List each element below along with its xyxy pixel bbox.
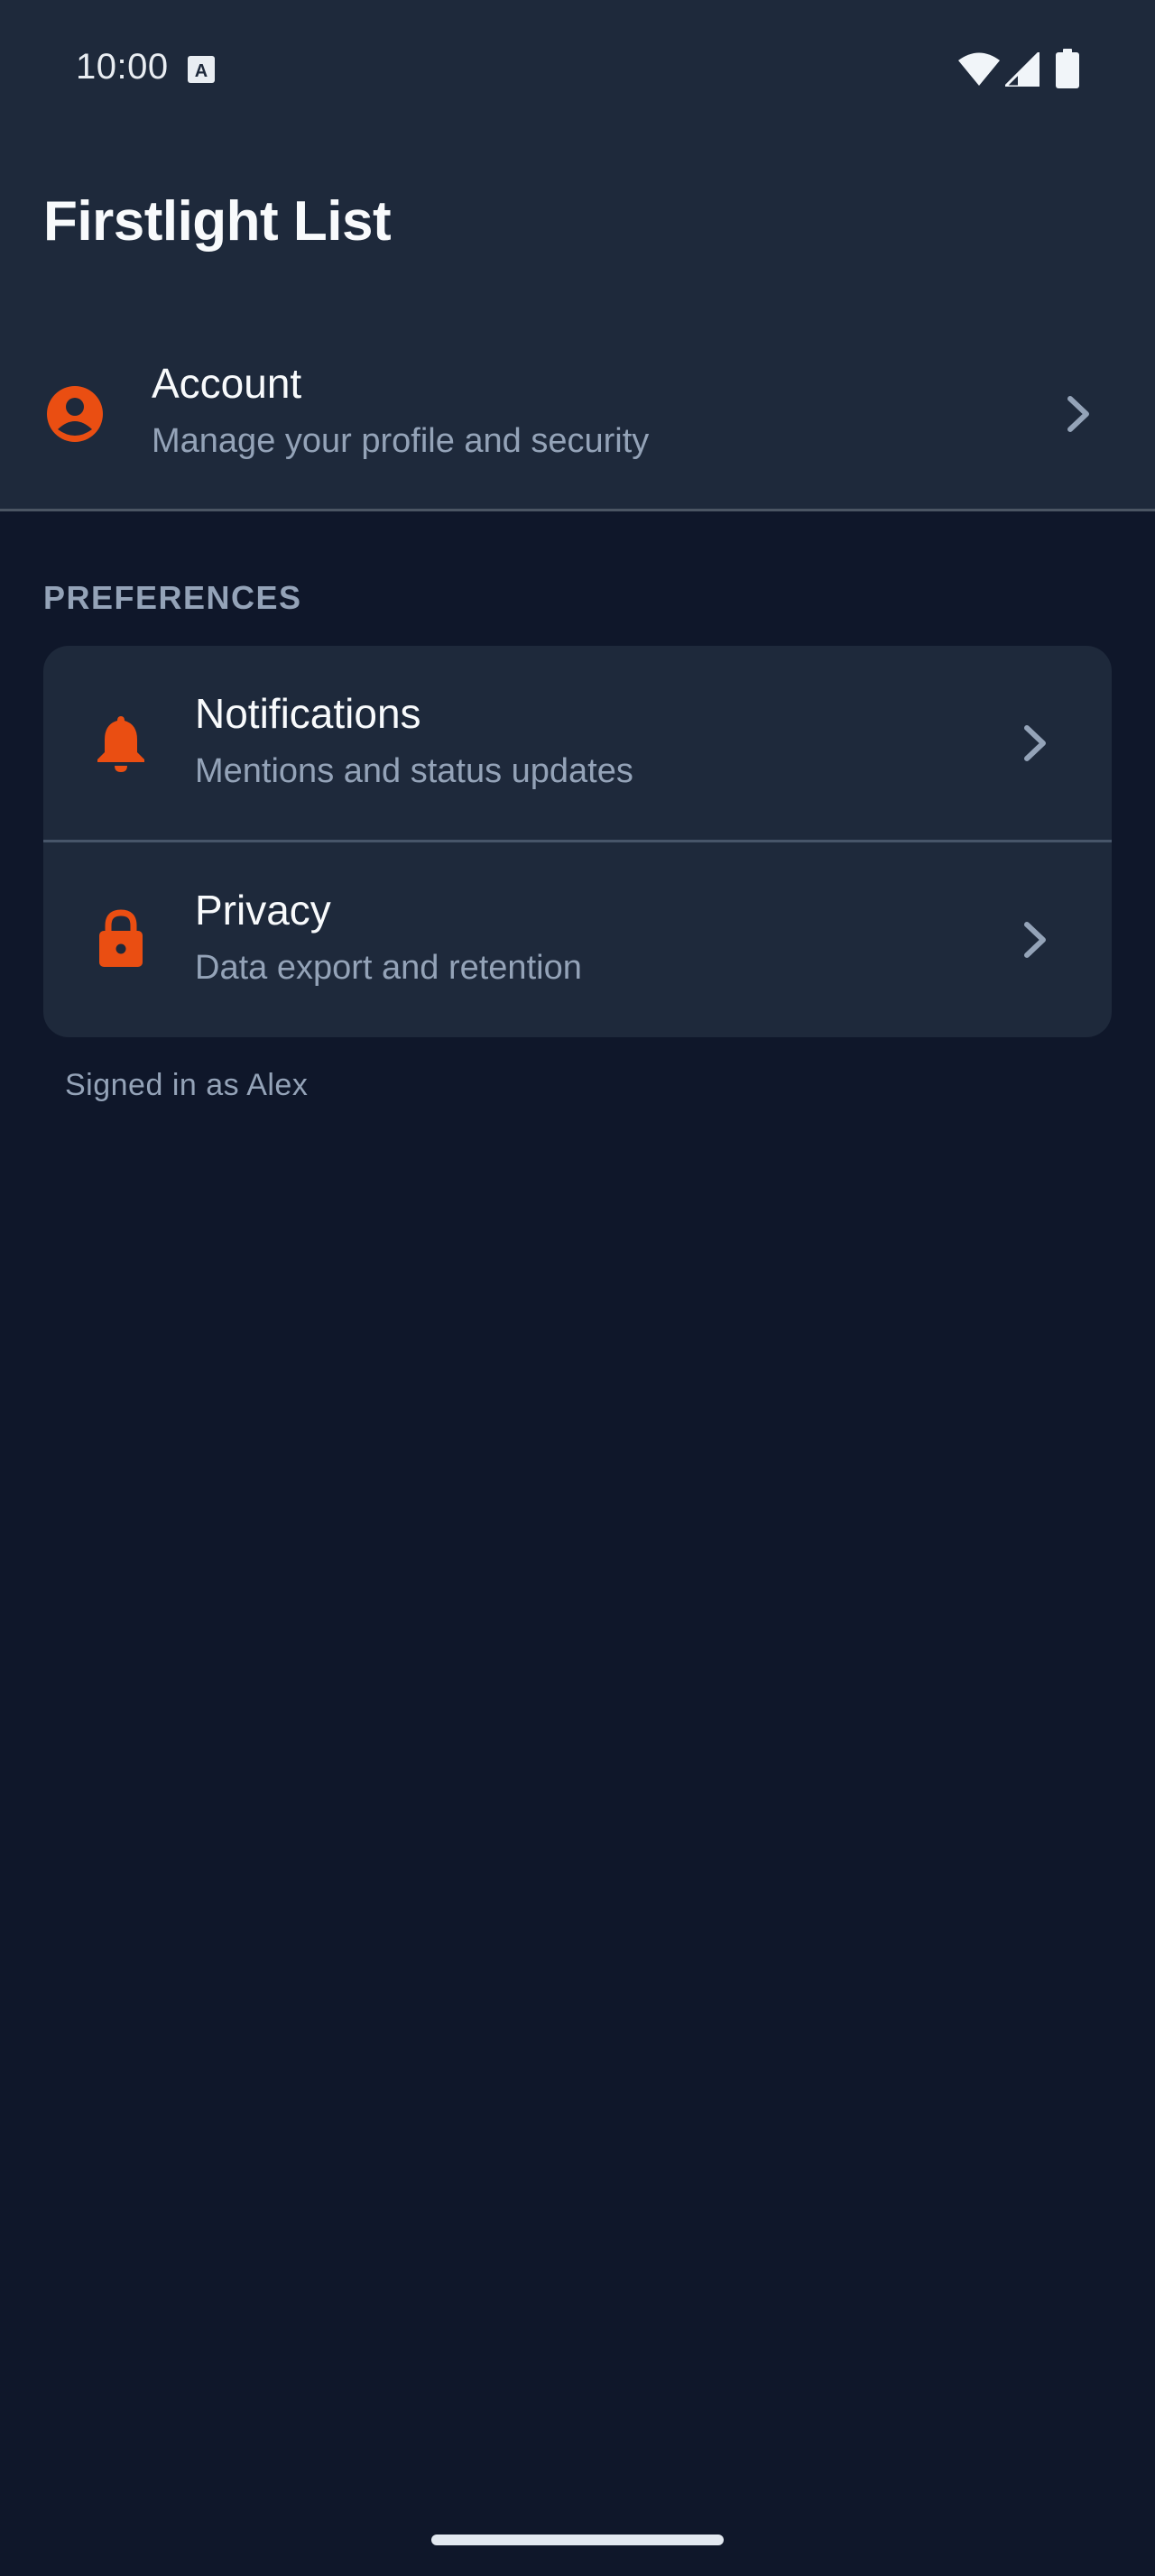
battery-icon: [1056, 49, 1079, 88]
status-bar: 10:00 A: [0, 0, 1155, 135]
lock-icon: [99, 909, 143, 967]
account-title: Account: [152, 360, 302, 407]
status-time: 10:00: [76, 47, 169, 87]
preference-item-notifications[interactable]: Notifications Mentions and status update…: [43, 646, 1112, 841]
cellular-signal-icon: [1005, 52, 1040, 87]
bell-icon: [97, 716, 144, 772]
privacy-title: Privacy: [195, 887, 331, 934]
svg-text:A: A: [195, 61, 208, 81]
account-circle-icon: [47, 386, 103, 442]
header-divider: [0, 509, 1155, 511]
account-row[interactable]: Account Manage your profile and security: [0, 336, 1155, 507]
notifications-title: Notifications: [195, 690, 421, 737]
notifications-subtitle: Mentions and status updates: [195, 752, 633, 790]
chevron-right-icon: [1024, 922, 1046, 958]
chevron-right-icon: [1067, 396, 1089, 432]
keyboard-a-icon: A: [188, 56, 215, 83]
page-title: Firstlight List: [43, 190, 392, 253]
account-subtitle: Manage your profile and security: [152, 422, 650, 460]
preferences-card: Notifications Mentions and status update…: [43, 646, 1112, 1037]
privacy-subtitle: Data export and retention: [195, 949, 582, 987]
chevron-right-icon: [1024, 725, 1046, 761]
signed-in-label: Signed in as Alex: [65, 1068, 309, 1102]
home-indicator[interactable]: [431, 2535, 724, 2545]
preference-item-privacy[interactable]: Privacy Data export and retention: [43, 842, 1112, 1037]
section-label-preferences: PREFERENCES: [43, 579, 302, 616]
wifi-icon: [958, 52, 1000, 86]
